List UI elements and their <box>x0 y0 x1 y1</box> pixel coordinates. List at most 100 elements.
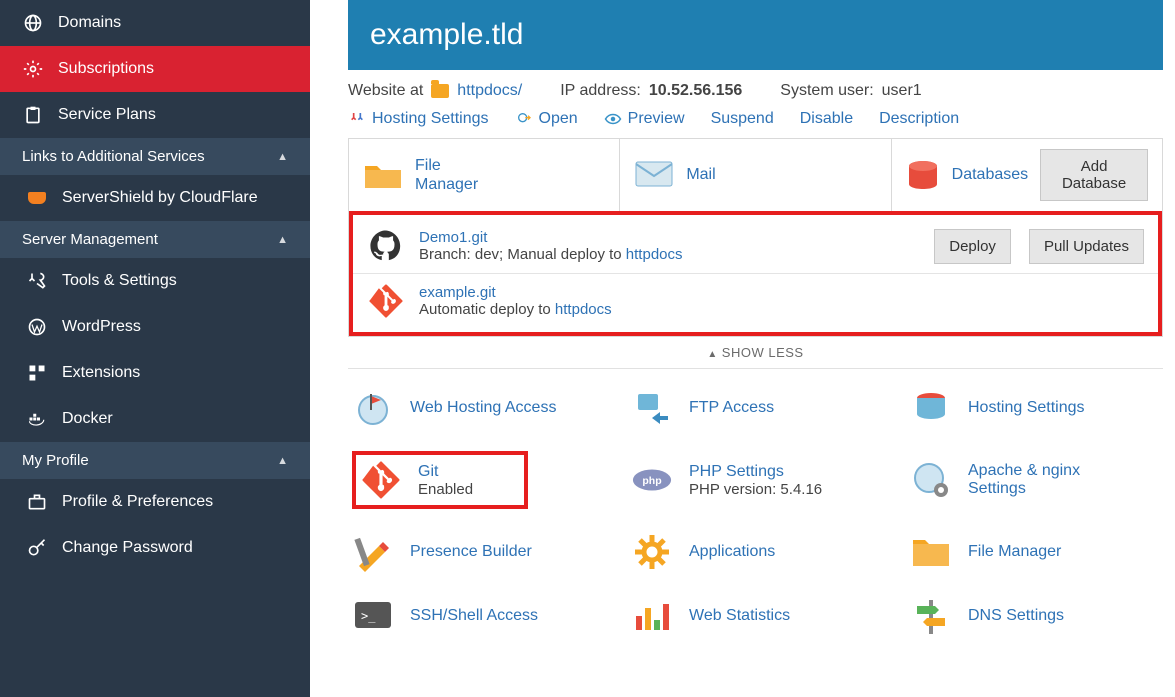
github-icon <box>367 227 405 265</box>
globe-flag-icon <box>352 387 394 429</box>
chevron-up-icon: ▲ <box>277 151 288 163</box>
sidebar-section-profile[interactable]: My Profile ▲ <box>0 442 310 479</box>
tile-ftp-access[interactable]: FTP Access <box>631 387 880 429</box>
service-label: Mail <box>686 165 715 184</box>
docker-icon <box>26 408 48 430</box>
repo-desc: Branch: dev; Manual deploy to httpdocs <box>419 246 683 263</box>
tile-applications[interactable]: Applications <box>631 531 880 573</box>
server-icon <box>910 387 952 429</box>
section-title: Links to Additional Services <box>22 148 205 165</box>
sidebar-item-servershield[interactable]: ServerShield by CloudFlare <box>0 175 310 221</box>
suspend-link[interactable]: Suspend <box>711 110 774 128</box>
section-title: My Profile <box>22 452 89 469</box>
tile-hosting-settings[interactable]: Hosting Settings <box>910 387 1159 429</box>
folder-icon <box>910 531 952 573</box>
sidebar-item-password[interactable]: Change Password <box>0 525 310 571</box>
file-manager-service[interactable]: File Manager <box>349 139 620 211</box>
deploy-button[interactable]: Deploy <box>934 229 1011 264</box>
tile-presence-builder[interactable]: Presence Builder <box>352 531 601 573</box>
sidebar-item-tools[interactable]: Tools & Settings <box>0 258 310 304</box>
php-icon: php <box>631 459 673 501</box>
sidebar-label: Tools & Settings <box>62 272 177 290</box>
sidebar-section-links[interactable]: Links to Additional Services ▲ <box>0 138 310 175</box>
gear-icon <box>631 531 673 573</box>
databases-service: Databases Add Database <box>892 139 1162 211</box>
cloudflare-icon <box>26 187 48 209</box>
extensions-icon <box>26 362 48 384</box>
sidebar-item-subscriptions[interactable]: Subscriptions <box>0 46 310 92</box>
clipboard-icon <box>22 104 44 126</box>
repo-name[interactable]: example.git <box>419 284 612 301</box>
main-content: example.tld Website at httpdocs/ IP addr… <box>310 0 1175 697</box>
sidebar: Domains Subscriptions Service Plans Link… <box>0 0 310 697</box>
database-icon <box>906 160 940 190</box>
sidebar-item-domains[interactable]: Domains <box>0 0 310 46</box>
gear-icon <box>22 58 44 80</box>
ftp-icon <box>631 387 673 429</box>
tile-file-manager[interactable]: File Manager <box>910 531 1159 573</box>
docroot-link[interactable]: httpdocs <box>626 246 683 263</box>
tile-git[interactable]: GitEnabled <box>360 459 520 501</box>
docroot-link[interactable]: httpdocs <box>555 301 612 318</box>
chevron-up-icon: ▲ <box>277 455 288 467</box>
open-link[interactable]: Open <box>515 110 578 128</box>
tile-ssh[interactable]: >_ SSH/Shell Access <box>352 595 601 637</box>
tile-web-stats[interactable]: Web Statistics <box>631 595 880 637</box>
hosting-settings-link[interactable]: Hosting Settings <box>348 110 489 128</box>
docroot-link[interactable]: httpdocs/ <box>457 82 522 100</box>
sidebar-item-docker[interactable]: Docker <box>0 396 310 442</box>
site-info-line: Website at httpdocs/ IP address: 10.52.5… <box>348 82 1163 100</box>
services-panel: File Manager Mail Databases Add Database… <box>348 138 1163 337</box>
sidebar-label: Domains <box>58 14 121 32</box>
mail-icon <box>634 160 674 190</box>
sysuser-value: user1 <box>882 82 922 100</box>
preview-link[interactable]: Preview <box>604 110 685 128</box>
quick-actions-row: Hosting Settings Open Preview Suspend Di… <box>348 110 1163 128</box>
sidebar-label: WordPress <box>62 318 141 336</box>
chevron-up-icon: ▲ <box>707 349 717 360</box>
sidebar-item-wordpress[interactable]: WordPress <box>0 304 310 350</box>
chevron-up-icon: ▲ <box>277 234 288 246</box>
page-title: example.tld <box>348 0 1163 70</box>
sidebar-label: ServerShield by CloudFlare <box>62 188 258 208</box>
sidebar-label: Extensions <box>62 364 140 382</box>
ip-value: 10.52.56.156 <box>649 82 742 100</box>
repo-row: example.git Automatic deploy to httpdocs <box>353 273 1158 328</box>
key-icon <box>26 537 48 559</box>
tools-icon <box>348 110 366 128</box>
disable-link[interactable]: Disable <box>800 110 853 128</box>
sidebar-item-profile[interactable]: Profile & Preferences <box>0 479 310 525</box>
description-link[interactable]: Description <box>879 110 959 128</box>
svg-text:php: php <box>642 475 661 487</box>
tile-web-hosting-access[interactable]: Web Hosting Access <box>352 387 601 429</box>
repo-name[interactable]: Demo1.git <box>419 229 683 246</box>
section-title: Server Management <box>22 231 158 248</box>
bar-chart-icon <box>631 595 673 637</box>
show-less-toggle[interactable]: ▲SHOW LESS <box>348 337 1163 369</box>
sidebar-item-service-plans[interactable]: Service Plans <box>0 92 310 138</box>
sidebar-item-extensions[interactable]: Extensions <box>0 350 310 396</box>
sidebar-label: Subscriptions <box>58 60 154 78</box>
repo-row: Demo1.git Branch: dev; Manual deploy to … <box>353 219 1158 273</box>
eye-icon <box>604 110 622 128</box>
mail-service[interactable]: Mail <box>620 139 891 211</box>
globe-gear-icon <box>910 459 952 501</box>
pull-updates-button[interactable]: Pull Updates <box>1029 229 1144 264</box>
pencil-ruler-icon <box>352 531 394 573</box>
terminal-icon: >_ <box>352 595 394 637</box>
sidebar-label: Change Password <box>62 539 193 557</box>
add-database-button[interactable]: Add Database <box>1040 149 1148 201</box>
website-at-label: Website at <box>348 82 423 100</box>
git-tile-highlight: GitEnabled <box>352 451 528 509</box>
folder-icon <box>431 84 449 98</box>
tile-php-settings[interactable]: php PHP SettingsPHP version: 5.4.16 <box>631 451 880 509</box>
globe-icon <box>22 12 44 34</box>
service-label[interactable]: Databases <box>952 165 1029 184</box>
svg-text:>_: >_ <box>361 609 376 623</box>
tile-dns[interactable]: DNS Settings <box>910 595 1159 637</box>
ip-label: IP address: <box>560 82 641 100</box>
sidebar-label: Docker <box>62 410 113 428</box>
sidebar-section-server[interactable]: Server Management ▲ <box>0 221 310 258</box>
tile-apache-nginx[interactable]: Apache & nginx Settings <box>910 451 1159 509</box>
briefcase-icon <box>26 491 48 513</box>
